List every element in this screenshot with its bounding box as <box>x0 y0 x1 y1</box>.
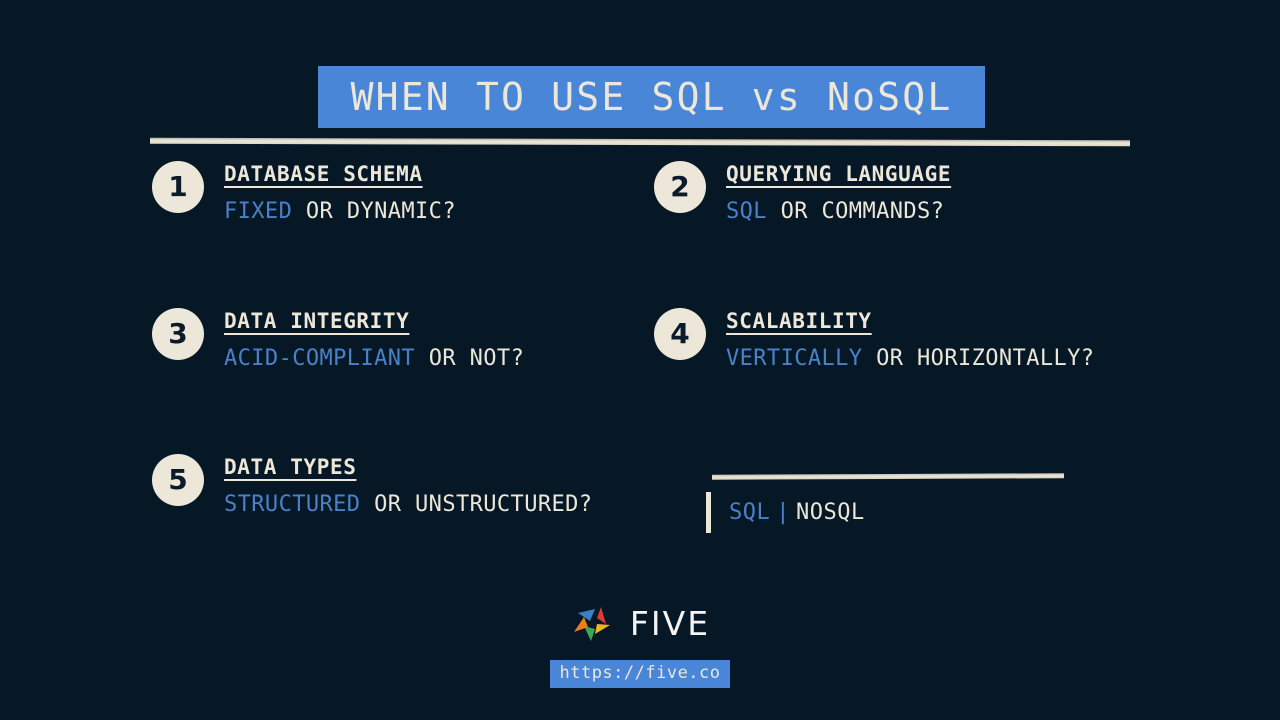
item-subtitle: STRUCTURED OR UNSTRUCTURED? <box>224 492 592 517</box>
item-number-badge: 4 <box>654 308 706 360</box>
item-subtitle-accent: SQL <box>726 199 767 224</box>
five-pinwheel-logo-icon <box>573 607 610 641</box>
item-title: DATABASE SCHEMA <box>224 162 423 186</box>
checklist-item-1: 1 DATABASE SCHEMA FIXED OR DYNAMIC? <box>152 159 456 224</box>
item-title: QUERYING LANGUAGE <box>726 162 952 186</box>
brand-wordmark: FIVE <box>629 603 711 643</box>
legend-label-nosql: NOSQL <box>796 500 865 525</box>
item-subtitle: ACID-COMPLIANT OR NOT? <box>224 346 524 371</box>
item-title: SCALABILITY <box>726 309 872 333</box>
checklist-item-2: 2 QUERYING LANGUAGE SQL OR COMMANDS? <box>654 159 951 224</box>
item-subtitle-accent: VERTICALLY <box>726 346 863 371</box>
item-subtitle: SQL OR COMMANDS? <box>726 199 951 224</box>
item-subtitle-accent: FIXED <box>224 199 293 224</box>
item-number-badge: 5 <box>152 454 204 506</box>
title-banner: WHEN TO USE SQL vs NoSQL <box>318 66 985 128</box>
item-subtitle: VERTICALLY OR HORIZONTALLY? <box>726 346 1094 371</box>
checklist-item-4: 4 SCALABILITY VERTICALLY OR HORIZONTALLY… <box>654 306 1094 371</box>
item-number-badge: 2 <box>654 161 706 213</box>
page-title: WHEN TO USE SQL vs NoSQL <box>350 75 953 119</box>
legend-row: SQL | NOSQL <box>706 492 865 533</box>
item-title: DATA INTEGRITY <box>224 309 410 333</box>
legend-label-sql: SQL <box>729 500 771 525</box>
item-number-badge: 3 <box>152 308 204 360</box>
website-url[interactable]: https://five.co <box>550 660 730 688</box>
item-subtitle: FIXED OR DYNAMIC? <box>224 199 456 224</box>
brand-logo: FIVE <box>570 600 710 646</box>
item-body: DATA INTEGRITY ACID-COMPLIANT OR NOT? <box>224 306 524 371</box>
legend-divider <box>712 473 1064 480</box>
item-subtitle-rest: OR NOT? <box>415 346 525 371</box>
footer: FIVE https://five.co <box>0 600 1280 688</box>
item-subtitle-rest: OR UNSTRUCTURED? <box>360 492 593 517</box>
item-subtitle-accent: ACID-COMPLIANT <box>224 346 416 371</box>
slide-canvas: WHEN TO USE SQL vs NoSQL 1 DATABASE SCHE… <box>0 0 1280 720</box>
item-title: DATA TYPES <box>224 455 357 479</box>
item-number-badge: 1 <box>152 161 204 213</box>
legend-accent-bar <box>706 492 711 533</box>
legend-separator: | <box>776 500 790 525</box>
item-subtitle-rest: OR DYNAMIC? <box>292 199 456 224</box>
checklist-item-3: 3 DATA INTEGRITY ACID-COMPLIANT OR NOT? <box>152 306 524 371</box>
item-body: QUERYING LANGUAGE SQL OR COMMANDS? <box>726 159 951 224</box>
item-body: DATABASE SCHEMA FIXED OR DYNAMIC? <box>224 159 456 224</box>
title-divider <box>150 137 1130 147</box>
checklist-item-5: 5 DATA TYPES STRUCTURED OR UNSTRUCTURED? <box>152 452 592 517</box>
item-body: SCALABILITY VERTICALLY OR HORIZONTALLY? <box>726 306 1094 371</box>
item-body: DATA TYPES STRUCTURED OR UNSTRUCTURED? <box>224 452 592 517</box>
item-subtitle-rest: OR COMMANDS? <box>766 199 945 224</box>
legend-text: SQL | NOSQL <box>729 500 865 525</box>
item-subtitle-rest: OR HORIZONTALLY? <box>862 346 1095 371</box>
item-subtitle-accent: STRUCTURED <box>224 492 361 517</box>
